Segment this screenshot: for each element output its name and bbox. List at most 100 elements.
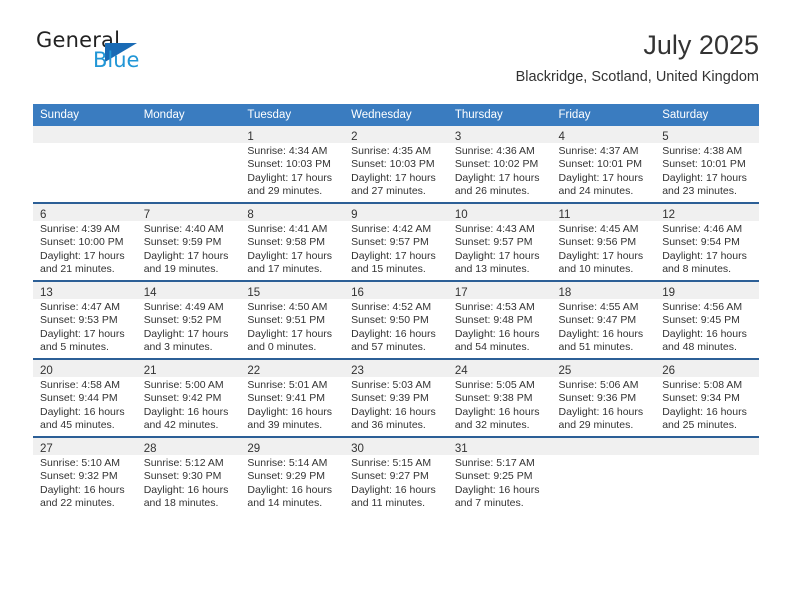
calendar-day-cell[interactable]: 23 Sunrise: 5:03 AM Sunset: 9:39 PM Dayligh… [344,358,448,437]
calendar-day-cell[interactable]: 15 Sunrise: 4:50 AM Sunset: 9:51 PM Dayligh… [240,280,345,359]
daylight-text: and 19 minutes. [143,263,219,276]
day-number-band [655,438,759,455]
calendar-day-cell[interactable]: 17 Sunrise: 4:53 AM Sunset: 9:48 PM Dayligh… [447,280,552,359]
day-cell-content: 12 Sunrise: 4:46 AM Sunset: 9:54 PM Dayligh… [655,204,759,280]
daylight-text: Daylight: 17 hours [662,249,747,262]
day-cell-content: 26 Sunrise: 5:08 AM Sunset: 9:34 PM Dayligh… [655,360,759,436]
calendar-day-cell[interactable]: 9 Sunrise: 4:42 AM Sunset: 9:57 PM Daylight… [344,202,448,281]
calendar-day-cell[interactable]: 2 Sunrise: 4:35 AM Sunset: 10:03 PM Dayligh… [344,126,448,203]
day-cell-content: 29 Sunrise: 5:14 AM Sunset: 9:29 PM Dayligh… [240,438,345,514]
sunrise-text: Sunrise: 5:05 AM [454,379,535,391]
calendar-day-cell[interactable]: 18 Sunrise: 4:55 AM Sunset: 9:47 PM Dayligh… [551,280,656,359]
calendar-day-cell[interactable]: 24 Sunrise: 5:05 AM Sunset: 9:38 PM Dayligh… [447,358,552,437]
sunset-text: Sunset: 9:47 PM [558,314,637,327]
daylight-text: and 21 minutes. [40,263,115,276]
calendar-day-cell[interactable]: 20 Sunrise: 4:58 AM Sunset: 9:44 PM Dayligh… [33,358,137,437]
daylight-text: and 26 minutes. [454,185,530,198]
day-details: Sunrise: 5:03 AM Sunset: 9:39 PM Daylight:… [344,377,448,433]
daylight-text: Daylight: 16 hours [662,327,747,340]
day-cell-content: 11 Sunrise: 4:45 AM Sunset: 9:56 PM Dayligh… [551,204,656,280]
day-number-band: 15 [240,282,345,299]
sunrise-text: Sunrise: 4:35 AM [351,145,432,157]
sunrise-text: Sunrise: 4:52 AM [351,301,432,313]
daylight-text: Daylight: 17 hours [143,327,229,340]
calendar-day-cell[interactable]: 19 Sunrise: 4:56 AM Sunset: 9:45 PM Dayligh… [655,280,759,359]
day-number-band: 25 [551,360,656,377]
calendar-day-cell[interactable]: 28 Sunrise: 5:12 AM Sunset: 9:30 PM Dayligh… [136,436,241,514]
day-number-band: 24 [447,360,552,377]
calendar-day-cell[interactable]: 5 Sunrise: 4:38 AM Sunset: 10:01 PM Dayligh… [655,126,759,203]
day-number: 18 [558,287,572,299]
day-details: Sunrise: 5:17 AM Sunset: 9:25 PM Daylight:… [448,455,552,511]
calendar-day-cell[interactable]: 11 Sunrise: 4:45 AM Sunset: 9:56 PM Dayligh… [551,202,656,281]
calendar-day-cell[interactable]: 12 Sunrise: 4:46 AM Sunset: 9:54 PM Dayligh… [655,202,759,281]
day-details: Sunrise: 5:15 AM Sunset: 9:27 PM Daylight:… [344,455,448,511]
day-number-band: 10 [447,204,552,221]
day-cell-content [33,126,137,202]
day-cell-content: 13 Sunrise: 4:47 AM Sunset: 9:53 PM Dayligh… [33,282,137,358]
day-details: Sunrise: 5:00 AM Sunset: 9:42 PM Daylight:… [137,377,241,433]
daylight-text: and 42 minutes. [143,419,219,432]
calendar-day-cell[interactable]: 13 Sunrise: 4:47 AM Sunset: 9:53 PM Dayligh… [33,280,137,359]
day-number-band: 8 [240,204,345,221]
calendar-day-cell[interactable]: 31 Sunrise: 5:17 AM Sunset: 9:25 PM Dayligh… [447,436,552,514]
daylight-text: and 3 minutes. [143,341,213,354]
day-details: Sunrise: 4:46 AM Sunset: 9:54 PM Daylight:… [655,221,759,277]
calendar-day-cell[interactable]: 8 Sunrise: 4:41 AM Sunset: 9:58 PM Daylight… [240,202,345,281]
weekday-header-wednesday: Wednesday [344,104,448,126]
sunrise-text: Sunrise: 4:46 AM [662,223,743,235]
day-details [655,455,759,457]
calendar-day-cell[interactable]: 25 Sunrise: 5:06 AM Sunset: 9:36 PM Dayligh… [551,358,656,437]
general-blue-logo[interactable]: General Blue [33,28,263,88]
day-number-band: 9 [344,204,448,221]
calendar-day-cell[interactable]: 7 Sunrise: 4:40 AM Sunset: 9:59 PM Daylight… [136,202,241,281]
day-number: 2 [351,131,358,143]
day-details: Sunrise: 5:10 AM Sunset: 9:32 PM Daylight:… [33,455,137,511]
daylight-text: and 11 minutes. [351,497,426,510]
calendar-day-cell[interactable]: 29 Sunrise: 5:14 AM Sunset: 9:29 PM Dayligh… [240,436,345,514]
calendar-day-cell[interactable]: 16 Sunrise: 4:52 AM Sunset: 9:50 PM Dayligh… [344,280,448,359]
daylight-text: Daylight: 16 hours [662,405,747,418]
calendar-week-row: 6 Sunrise: 4:39 AM Sunset: 10:00 PM Dayligh… [33,202,759,281]
day-cell-content: 17 Sunrise: 4:53 AM Sunset: 9:48 PM Dayligh… [447,282,552,358]
day-cell-content: 1 Sunrise: 4:34 AM Sunset: 10:03 PM Dayligh… [240,126,345,202]
daylight-text: and 15 minutes. [351,263,426,276]
day-number-band: 1 [240,126,345,143]
daylight-text: Daylight: 17 hours [247,327,333,340]
sunset-text: Sunset: 10:02 PM [454,158,539,171]
calendar-day-cell[interactable]: 14 Sunrise: 4:49 AM Sunset: 9:52 PM Dayligh… [136,280,241,359]
daylight-text: and 29 minutes. [247,185,323,198]
day-cell-content: 14 Sunrise: 4:49 AM Sunset: 9:52 PM Dayligh… [136,282,241,358]
daylight-text: Daylight: 16 hours [558,327,644,340]
calendar-day-cell[interactable]: 4 Sunrise: 4:37 AM Sunset: 10:01 PM Dayligh… [551,126,656,203]
calendar-day-cell[interactable]: 21 Sunrise: 5:00 AM Sunset: 9:42 PM Dayligh… [136,358,241,437]
sunset-text: Sunset: 9:38 PM [454,392,533,405]
calendar-day-cell[interactable]: 22 Sunrise: 5:01 AM Sunset: 9:41 PM Dayligh… [240,358,345,437]
sunset-text: Sunset: 9:48 PM [454,314,533,327]
sunset-text: Sunset: 9:45 PM [662,314,740,327]
day-details: Sunrise: 4:50 AM Sunset: 9:51 PM Daylight:… [240,299,344,355]
weekday-header-row: Sunday Monday Tuesday Wednesday Thursday Frid… [33,104,759,126]
daylight-text: Daylight: 17 hours [351,249,436,262]
calendar-day-cell[interactable]: 30 Sunrise: 5:15 AM Sunset: 9:27 PM Dayligh… [344,436,448,514]
day-details: Sunrise: 4:47 AM Sunset: 9:53 PM Daylight:… [33,299,137,355]
calendar-day-cell[interactable]: 10 Sunrise: 4:43 AM Sunset: 9:57 PM Dayligh… [447,202,552,281]
day-cell-content: 22 Sunrise: 5:01 AM Sunset: 9:41 PM Dayligh… [240,360,345,436]
calendar-day-cell[interactable]: 26 Sunrise: 5:08 AM Sunset: 9:34 PM Dayligh… [655,358,759,437]
sunset-text: Sunset: 9:36 PM [558,392,637,405]
day-number-band: 20 [33,360,137,377]
sunset-text: Sunset: 9:44 PM [40,392,118,405]
day-details: Sunrise: 4:41 AM Sunset: 9:58 PM Daylight:… [240,221,344,277]
calendar-empty-cell [655,436,759,514]
calendar-day-cell[interactable]: 6 Sunrise: 4:39 AM Sunset: 10:00 PM Dayligh… [33,202,137,281]
calendar-day-cell[interactable]: 27 Sunrise: 5:10 AM Sunset: 9:32 PM Dayligh… [33,436,137,514]
day-number-band: 29 [240,438,345,455]
daylight-text: and 48 minutes. [662,341,737,354]
day-number-band: 7 [136,204,241,221]
day-cell-content: 9 Sunrise: 4:42 AM Sunset: 9:57 PM Daylight… [344,204,448,280]
daylight-text: Daylight: 16 hours [454,483,540,496]
sunset-text: Sunset: 9:27 PM [351,470,429,483]
day-number: 3 [454,131,462,143]
calendar-day-cell[interactable]: 1 Sunrise: 4:34 AM Sunset: 10:03 PM Dayligh… [240,126,345,203]
calendar-day-cell[interactable]: 3 Sunrise: 4:36 AM Sunset: 10:02 PM Dayligh… [447,126,552,203]
